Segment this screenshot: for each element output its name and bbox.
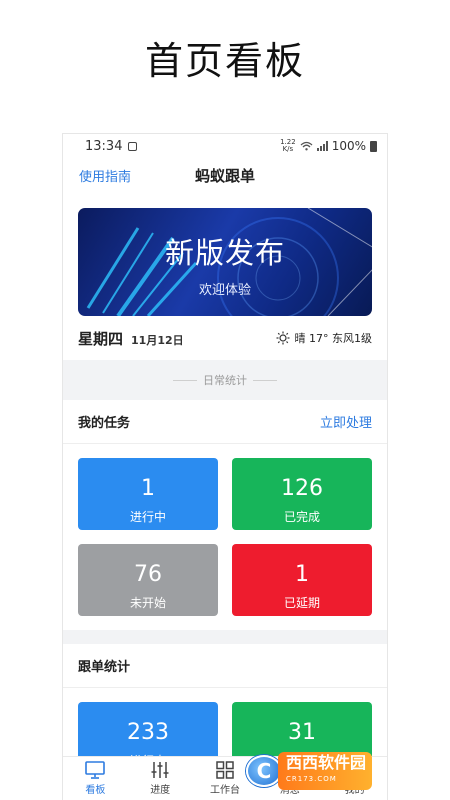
card-value: 233 — [127, 720, 169, 745]
card-value: 31 — [288, 720, 316, 745]
tab-progress[interactable]: 进度 — [130, 761, 190, 796]
watermark-logo: C — [246, 755, 282, 787]
tab-label: 工作台 — [209, 785, 240, 796]
divider-label: 日常统计 — [203, 374, 247, 387]
banner-subtitle: 欢迎体验 — [198, 283, 251, 298]
monitor-icon — [85, 761, 106, 779]
page-heading: 首页看板 — [144, 39, 305, 83]
wifi-icon — [300, 141, 313, 151]
date-weather-row: 星期四 11月12日 晴 17° 东风1级 — [63, 320, 387, 356]
orders-header: 跟单统计 — [63, 644, 387, 688]
task-card-overdue[interactable]: 1 已延期 — [232, 544, 372, 616]
guide-link[interactable]: 使用指南 — [79, 166, 131, 185]
task-card-in-progress[interactable]: 1 进行中 — [78, 458, 218, 530]
status-bar: 13:34 1.22 K/s 100% — [63, 134, 387, 158]
promo-banner[interactable]: 新版发布 欢迎体验 — [78, 208, 372, 316]
grid-icon — [216, 761, 234, 779]
tasks-grid: 1 进行中 126 已完成 76 未开始 1 已延期 — [63, 444, 387, 630]
tab-label: 看板 — [85, 785, 106, 796]
card-label: 进行中 — [129, 510, 166, 524]
task-card-completed[interactable]: 126 已完成 — [232, 458, 372, 530]
battery-icon — [370, 140, 377, 152]
network-speed: 1.22 K/s — [280, 138, 296, 153]
date: 11月12日 — [131, 333, 184, 347]
notification-icon — [128, 141, 138, 151]
orders-title: 跟单统计 — [78, 660, 131, 675]
sun-icon — [276, 331, 289, 345]
card-value: 126 — [281, 476, 323, 501]
battery-level: 100% — [331, 139, 366, 153]
tasks-title: 我的任务 — [78, 416, 131, 431]
section-divider: 日常统计 — [63, 360, 387, 400]
site-watermark: C 西西软件园 CR173.COM — [246, 752, 436, 790]
card-value: 1 — [295, 562, 309, 587]
card-label: 未开始 — [129, 596, 166, 610]
card-label: 已完成 — [283, 510, 320, 524]
phone-screen: 13:34 1.22 K/s 100% 使用指南 蚂蚁跟单 新版发布 欢迎体验 … — [62, 133, 388, 800]
task-card-not-started[interactable]: 76 未开始 — [78, 544, 218, 616]
tasks-header: 我的任务 立即处理 — [63, 400, 387, 444]
card-label: 已延期 — [283, 596, 320, 610]
sliders-icon — [151, 762, 169, 778]
tab-label: 进度 — [150, 785, 171, 796]
section-gap — [63, 630, 387, 644]
card-value: 76 — [134, 562, 162, 587]
app-bar: 使用指南 蚂蚁跟单 — [63, 158, 387, 192]
weather-text: 晴 17° 东风1级 — [294, 332, 373, 345]
weather: 晴 17° 东风1级 — [276, 330, 373, 346]
tab-dashboard[interactable]: 看板 — [65, 761, 125, 796]
status-time: 13:34 — [85, 138, 123, 154]
weekday: 星期四 — [78, 329, 124, 348]
card-value: 1 — [141, 476, 155, 501]
watermark-text: 西西软件园 CR173.COM — [278, 752, 373, 790]
banner-title: 新版发布 — [164, 236, 285, 270]
signal-icon — [316, 141, 328, 151]
process-now-link[interactable]: 立即处理 — [320, 412, 372, 431]
